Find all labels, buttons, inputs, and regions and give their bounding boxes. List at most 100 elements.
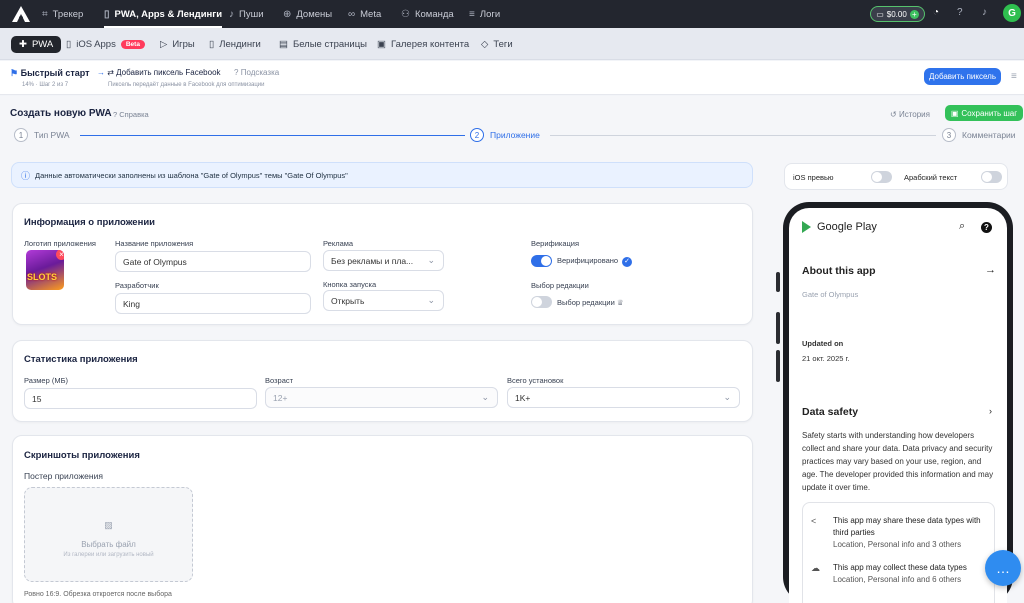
info-banner: ⓘ Данные автоматически заполнены из шабло… [11,162,753,188]
nav-domains[interactable]: ⊕ Домены [283,0,332,28]
editor-choice-label: Выбор редакции [531,281,589,290]
poster-note: Ровно 16:9. Обрезка откроется после выбо… [24,591,172,598]
about-subtitle: Gate of Olympus [802,290,859,299]
globe-icon: ⊕ [283,8,292,20]
launch-button-select[interactable]: Открыть ⌄ [323,290,444,311]
updated-label: Updated on [802,339,844,348]
history-button[interactable]: ↺ История [890,110,930,119]
arabic-text-label: Арабский текст [904,173,958,182]
chat-icon: … [996,560,1010,576]
info-icon: ⓘ [21,170,31,181]
add-pixel-button[interactable]: Добавить пиксель [924,68,1001,85]
quickstart-step[interactable]: → ⇄ Добавить пиксель Facebook [97,68,221,77]
app-logo[interactable] [11,5,31,23]
installs-select[interactable]: 1K+ ⌄ [507,387,740,408]
help-link[interactable]: ? Справка [113,110,149,119]
flag-icon: ⚑ [10,68,19,78]
chevron-right-icon: › [989,406,992,416]
search-icon: ⌕ [959,220,966,232]
ads-select[interactable]: Без рекламы и пла... ⌄ [323,250,444,271]
phone-side-button [776,312,780,344]
team-icon: ⚇ [401,8,410,20]
step-3[interactable]: 3 Комментарии [942,128,1016,142]
app-name-input[interactable]: Gate of Olympus [115,251,311,272]
verification-toggle[interactable] [531,255,552,267]
support-icon[interactable]: ◔ [933,7,939,18]
preview-controls: iOS превью Арабский текст [784,163,1008,190]
nav-meta[interactable]: ∞ Meta [348,0,381,28]
tab-pwa[interactable]: ✚ PWA [11,36,62,53]
ios-preview-toggle[interactable] [871,171,892,183]
tab-tags[interactable]: ◇ Теги [481,36,513,53]
chat-support-button[interactable]: … [985,550,1021,586]
tab-content-gallery[interactable]: ▣ Галерея контента [377,36,469,53]
chevron-down-icon: ⌄ [427,255,435,265]
notification-bell-icon[interactable]: ♪ [982,7,987,18]
google-play-icon [802,221,811,233]
phone-icon: ▯ [209,39,215,50]
phone-side-button [776,350,780,382]
save-step-button[interactable]: ▣ Сохранить шаг [945,105,1023,121]
age-select[interactable]: 12+ ⌄ [265,387,498,408]
play-icon: ▷ [160,39,168,50]
chart-icon: ⌗ [42,8,48,20]
question-icon: ? [113,110,118,119]
step-2[interactable]: 2 Приложение [470,128,540,142]
phone-side-button [776,272,780,292]
step-1[interactable]: 1 Тип PWA [14,128,70,142]
nav-team[interactable]: ⚇ Команда [401,0,454,28]
question-icon: ? [234,68,239,77]
quickstart-hint[interactable]: ? Подсказка [234,68,279,77]
data-safety-text: Safety starts with understanding how dev… [802,431,994,492]
tab-landings[interactable]: ▯ Лендинги [209,36,261,53]
nav-logs[interactable]: ≡ Логи [469,0,500,28]
tab-ios-apps[interactable]: ▯ iOS Apps Beta [66,36,145,53]
arabic-text-toggle[interactable] [981,171,1002,183]
poster-upload[interactable]: ▨ Выбрать файл Из галереи или загрузить … [24,487,193,582]
bell-icon: ♪ [229,8,234,20]
remove-icon[interactable]: × [56,250,64,260]
launch-button-label: Кнопка запуска [323,280,377,289]
swap-icon: ⇄ [107,68,114,77]
infinity-icon: ∞ [348,8,356,20]
image-icon: ▨ [104,520,113,530]
quickstart-bar: ⚑ Быстрый старт 14% · Шаг 2 из 7 → ⇄ Доб… [0,61,1024,95]
save-icon: ▣ [950,108,959,118]
age-label: Возраст [265,376,294,385]
ios-preview-label: iOS превью [793,173,834,182]
quickstart-progress: 14% · Шаг 2 из 7 [22,82,69,88]
plus-icon: + [909,9,919,19]
app-logo-image[interactable]: SLOTS × [26,250,64,290]
arrow-right-icon: → [97,68,105,77]
page-title: Создать новую PWA [10,108,112,119]
developer-label: Разработчик [115,281,159,290]
size-label: Размер (МБ) [24,376,69,385]
size-input[interactable]: 15 [24,388,257,409]
award-icon: ♕ [616,298,624,307]
editor-choice-text: Выбор редакции ♕ [557,298,624,307]
chevron-down-icon: ⌄ [427,295,435,305]
chevron-down-icon: ⌄ [481,392,489,402]
balance-button[interactable]: ▭ $0.00 + [870,6,925,22]
poster-label: Постер приложения [24,471,103,481]
verified-text: Верифицировано ✓ [557,256,633,267]
app-stats-card [12,340,753,422]
beta-badge: Beta [120,40,145,49]
quickstart-step-desc: Пиксель передаёт данные в Facebook для о… [108,82,265,88]
chevron-down-icon: ⌄ [723,392,731,402]
installs-label: Всего установок [507,376,564,385]
user-avatar[interactable]: G [1003,4,1021,22]
android-icon: ✚ [19,39,27,50]
nav-tracker[interactable]: ⌗ Трекер [42,0,83,28]
help-icon[interactable]: ? [957,7,963,18]
phone-screen: Google Play ⌕ ? About this app → Gate of… [789,208,1007,603]
editor-choice-toggle[interactable] [531,296,552,308]
nav-pwa[interactable]: ▯ PWA, Apps & Лендинги [104,0,223,28]
tab-white-pages[interactable]: ▤ Белые страницы [279,36,367,53]
tab-games[interactable]: ▷ Игры [160,36,195,53]
menu-icon[interactable]: ≡ [1011,71,1017,82]
quickstart-title[interactable]: ⚑ Быстрый старт [10,68,90,79]
developer-input[interactable]: King [115,293,311,314]
nav-push[interactable]: ♪ Пуши [229,0,264,28]
phone-icon: ▯ [66,39,72,50]
